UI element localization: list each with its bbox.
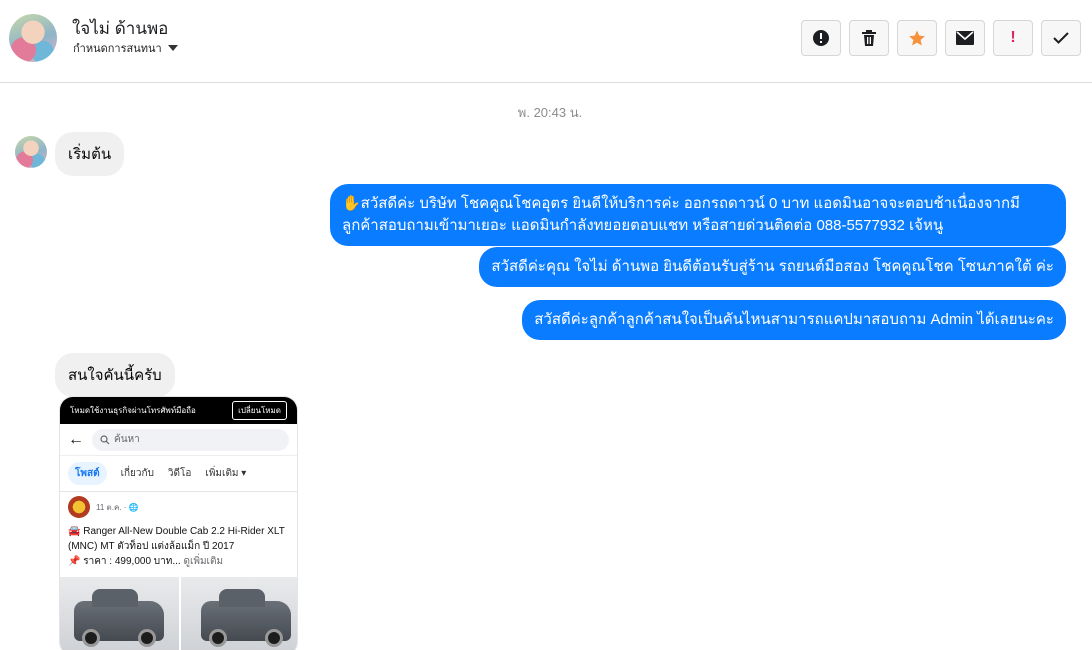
message-bubble-outgoing[interactable]: ✋สวัสดีค่ะ บริษัท โชคคูณโชคอุตร ยินดีให้… [330,184,1066,246]
post-photos [60,577,297,650]
message-timestamp: พ. 20:43 น. [517,105,583,120]
attachment-topbar: โหมดใช้งานธุรกิจผ่านโทรศัพท์มือถือ เปลี่… [60,397,297,424]
page-logo-icon [68,496,90,518]
star-icon [909,30,925,46]
caret-down-icon [167,45,178,51]
attachment-search-field: ค้นหา [92,428,289,451]
truck-photo [180,577,297,650]
check-icon [1053,32,1069,44]
assign-label: กำหนดการสนทนา [73,43,162,55]
attachment-tab: เพิ่มเติม ▾ [205,468,247,479]
star-button[interactable] [897,20,937,56]
search-icon [100,434,110,444]
contact-name[interactable]: ใจไม่ ด้านพอ [72,15,168,42]
important-button[interactable]: ! [993,20,1033,56]
post-date: 11 ต.ค. · 🌐 [96,502,139,512]
envelope-icon [956,31,974,45]
post-text: 🚘 Ranger All-New Double Cab 2.2 Hi-Rider… [68,526,285,567]
attachment-mode-button: เปลี่ยนโหมด [232,401,287,420]
sender-avatar[interactable] [15,136,47,168]
assign-conversation-dropdown[interactable]: กำหนดการสนทนา [73,39,178,57]
attachment-tabs: โพสต์ เกี่ยวกับ วิดีโอ เพิ่มเติม ▾ [60,456,297,492]
back-arrow-icon: ← [68,430,84,448]
attachment-tab: วิดีโอ [167,468,192,479]
message-bubble-outgoing[interactable]: สวัสดีค่ะลูกค้าลูกค้าสนใจเป็นคันไหนสามาร… [522,300,1066,340]
attachment-tab: โพสต์ [68,462,107,485]
attachment-searchbar: ← ค้นหา [60,424,297,456]
attachment-post: 11 ต.ค. · 🌐 🚘 Ranger All-New Double Cab … [60,492,297,573]
message-bubble-outgoing[interactable]: สวัสดีค่ะคุณ ใจไม่ ด้านพอ ยินดีต้อนรับสู… [479,247,1066,287]
attachment-topbar-text: โหมดใช้งานธุรกิจผ่านโทรศัพท์มือถือ [70,406,196,415]
spam-button[interactable] [801,20,841,56]
attachment-search-placeholder: ค้นหา [114,434,140,445]
image-attachment[interactable]: โหมดใช้งานธุรกิจผ่านโทรศัพท์มือถือ เปลี่… [59,396,298,650]
trash-icon [862,30,876,46]
message-bubble-incoming[interactable]: เริ่มต้น [55,132,125,176]
truck-photo [60,577,179,650]
contact-avatar[interactable] [9,14,57,62]
exclamation-icon: ! [1010,29,1016,46]
done-button[interactable] [1041,20,1081,56]
conversation-header: ใจไม่ ด้านพอ กำหนดการสนทนา ! [0,0,1092,83]
attachment-tab: เกี่ยวกับ [120,468,154,479]
alert-circle-icon [813,30,829,46]
delete-button[interactable] [849,20,889,56]
mail-button[interactable] [945,20,985,56]
message-bubble-incoming[interactable]: สนใจคันนี้ครับ [55,353,175,397]
